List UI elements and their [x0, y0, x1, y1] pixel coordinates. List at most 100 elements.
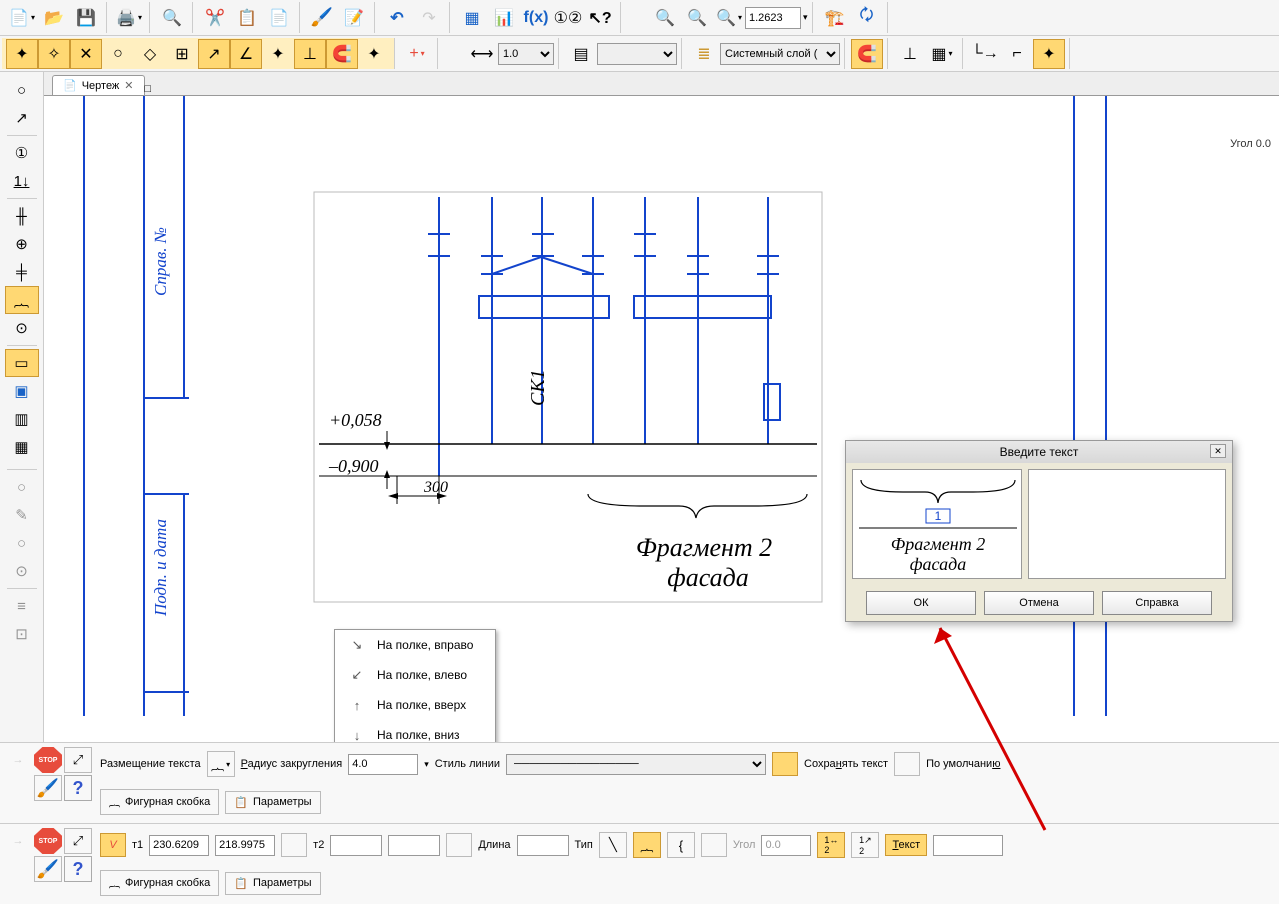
numbering-button[interactable]: ①② [552, 3, 584, 33]
dialog-close-icon[interactable]: ✕ [1210, 444, 1226, 458]
library-button[interactable]: ▦ [456, 3, 488, 33]
stop-button-1[interactable]: STOP [34, 747, 62, 773]
break-icon[interactable]: ⊕ [5, 230, 39, 258]
tab-params-1[interactable]: 📋Параметры [225, 791, 320, 814]
snap-center-button[interactable]: ○ [102, 39, 134, 69]
snap-magnet-button[interactable]: 🧲 [326, 39, 358, 69]
type1-button[interactable]: ╲ [599, 832, 627, 858]
t1x-input[interactable] [149, 835, 209, 856]
ucs-button[interactable]: └→ [969, 39, 1001, 69]
t2x-input[interactable] [330, 835, 382, 856]
default-check[interactable] [894, 752, 920, 776]
snap-perpendicular-button[interactable]: ⊥ [294, 39, 326, 69]
type2-button[interactable]: ︷ [633, 832, 661, 858]
doc-tab[interactable]: 📄 Чертеж ✕ [52, 75, 145, 95]
zoom-fit-button[interactable]: 🔍 [681, 3, 713, 33]
properties-button[interactable]: 📝 [338, 3, 370, 33]
t1y-input[interactable] [215, 835, 275, 856]
dialog-ok-button[interactable]: ОК [866, 591, 976, 615]
zoom-input[interactable] [745, 7, 801, 29]
layer-select[interactable]: Системный слой ( [720, 43, 840, 65]
snap-intersection-button[interactable]: ✕ [70, 39, 102, 69]
snap-disable-button[interactable]: ✦ [358, 39, 390, 69]
view-icon[interactable]: ▭ [5, 349, 39, 377]
geom-arrow-icon[interactable]: ↗ [5, 104, 39, 132]
hatch-button[interactable]: ▤ [565, 39, 597, 69]
redo-button[interactable]: ↷ [413, 3, 445, 33]
refresh-button[interactable]: 🗘 [851, 3, 883, 33]
popup-item-right[interactable]: ↘На полке, вправо [335, 630, 495, 660]
length-check[interactable] [446, 833, 472, 857]
dialog-textarea[interactable] [1028, 469, 1226, 579]
zoom-scale-button[interactable]: 🔍 [713, 3, 745, 33]
copy-button[interactable]: 📋 [231, 3, 263, 33]
brush-button-1[interactable]: 🖌️ [34, 775, 62, 801]
undo-button[interactable]: ↶ [381, 3, 413, 33]
popup-item-up[interactable]: ↑На полке, вверх [335, 690, 495, 720]
section-icon[interactable]: ╫ [5, 202, 39, 230]
drawing-canvas[interactable]: Угол 0.0 Справ. № Подп. и дата [44, 96, 1279, 742]
open-button[interactable]: 📂 [38, 3, 70, 33]
snap-grid-button[interactable]: ⊞ [166, 39, 198, 69]
tab-close-icon[interactable]: ✕ [124, 79, 133, 92]
dimension-button[interactable]: ⟷ [466, 39, 498, 69]
dim5-icon[interactable]: ≡ [5, 592, 39, 620]
line-icon[interactable]: ╪ [5, 258, 39, 286]
view2-icon[interactable]: ▣ [5, 377, 39, 405]
dim1-icon[interactable]: ○ [5, 473, 39, 501]
line-style-select[interactable]: ──────────────── [506, 754, 766, 775]
dialog-titlebar[interactable]: Введите текст ✕ [846, 441, 1232, 463]
structure-button[interactable]: 🏗️ [819, 3, 851, 33]
ratio12-button[interactable]: 1↔2 [817, 832, 845, 858]
dim2-icon[interactable]: ✎ [5, 501, 39, 529]
snap-midpoint-button[interactable]: ✧ [38, 39, 70, 69]
step-button[interactable]: ⌐ [1001, 39, 1033, 69]
text-placement-dd[interactable]: ︷ [207, 751, 235, 777]
maximize-button[interactable]: □ [145, 83, 152, 95]
angle-check[interactable] [701, 833, 727, 857]
fx-button[interactable]: f(x) [520, 3, 552, 33]
t2y-input[interactable] [388, 835, 440, 856]
ortho-button[interactable]: ⊥ [894, 39, 926, 69]
dim6-icon[interactable]: ⊡ [5, 620, 39, 648]
geom-circle-icon[interactable]: ○ [5, 76, 39, 104]
tab-brace-2[interactable]: ︷Фигурная скобка [100, 870, 219, 896]
variables-button[interactable]: 📊 [488, 3, 520, 33]
snap-point-button[interactable]: + [401, 39, 433, 69]
dim4-icon[interactable]: ⊙ [5, 557, 39, 585]
view3-icon[interactable]: ▥ [5, 405, 39, 433]
t2-check[interactable] [281, 833, 307, 857]
tab-brace-1[interactable]: ︷Фигурная скобка [100, 789, 219, 815]
dialog-help-button[interactable]: Справка [1102, 591, 1212, 615]
marker-arrow-icon[interactable]: 1↓ [5, 167, 39, 195]
cut-button[interactable]: ✂️ [199, 3, 231, 33]
type3-button[interactable]: { [667, 832, 695, 858]
help-button-1[interactable]: ? [64, 775, 92, 801]
grid-button[interactable]: ▦ [926, 39, 958, 69]
paste-button[interactable]: 📄 [263, 3, 295, 33]
snap-angle-button[interactable]: ∠ [230, 39, 262, 69]
magnet2-button[interactable]: 🧲 [851, 39, 883, 69]
help-button-2[interactable]: ? [64, 856, 92, 882]
print-button[interactable]: 🖨️ [113, 3, 145, 33]
snap-endpoint-button[interactable]: ✦ [6, 39, 38, 69]
length-input[interactable] [517, 835, 569, 856]
expand-button-1[interactable]: ⤢ [64, 747, 92, 773]
cursor-help-button[interactable]: ↖? [584, 3, 616, 33]
detail-icon[interactable]: ⊙ [5, 314, 39, 342]
track-button[interactable]: ✦ [1033, 39, 1065, 69]
brush-button-2[interactable]: 🖌️ [34, 856, 62, 882]
snap-nearest-button[interactable]: ✦ [262, 39, 294, 69]
ratio21-button[interactable]: 1↗2 [851, 832, 879, 858]
save-button[interactable]: 💾 [70, 3, 102, 33]
dim3-icon[interactable]: ○ [5, 529, 39, 557]
new-button[interactable]: 📄 [6, 3, 38, 33]
snap-quadrant-button[interactable]: ◇ [134, 39, 166, 69]
radius-input[interactable] [348, 754, 418, 775]
t1-check[interactable]: V [100, 833, 126, 857]
stop-button-2[interactable]: STOP [34, 828, 62, 854]
popup-item-down[interactable]: ↓На полке, вниз [335, 720, 495, 742]
save-text-check[interactable] [772, 752, 798, 776]
brace-icon[interactable]: ︷ [5, 286, 39, 314]
layers-button[interactable]: ≣ [688, 39, 720, 69]
